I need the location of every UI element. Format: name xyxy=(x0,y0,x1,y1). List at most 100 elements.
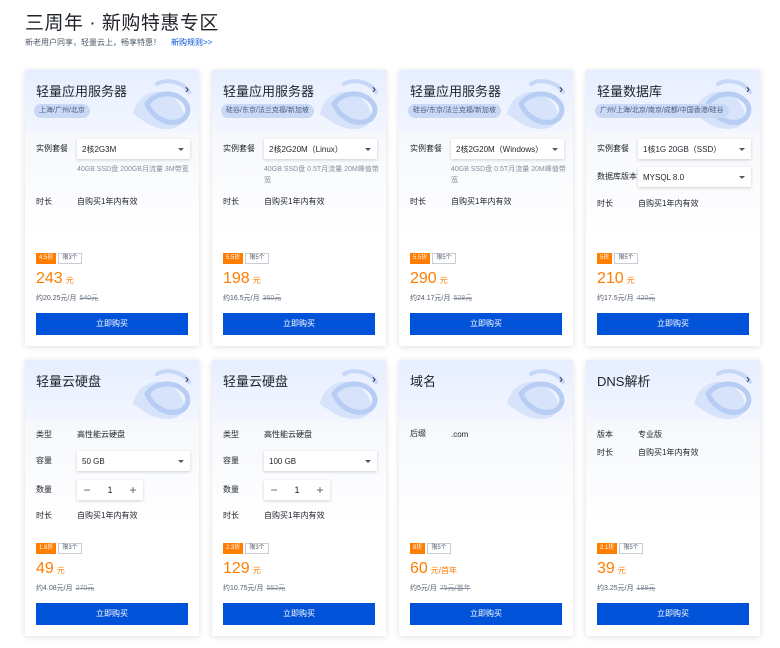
spec-row: 实例套餐 2核2G20M（Linux） xyxy=(223,139,377,159)
chevron-right-icon[interactable]: › xyxy=(559,372,563,386)
price-unit: 元 xyxy=(617,566,626,575)
monthly-price: 约16.5元/月 360元 xyxy=(223,293,281,303)
buy-now-button[interactable]: 立即购买 xyxy=(223,313,375,335)
card-footer: 4.5折 限3个 243 元 约20.25元/月 540元 立即购买 xyxy=(25,250,199,346)
chevron-right-icon[interactable]: › xyxy=(372,372,376,386)
discount-badge: 5折 xyxy=(597,253,613,264)
badges: 8折 限5个 xyxy=(410,543,451,554)
product-card-lighthouse-database: 轻量数据库 › 广州/上海/北京/南京/成都/中国香港/硅谷 实例套餐 1核1G… xyxy=(586,70,760,346)
spec-select[interactable]: 1核1G 20GB（SSD） xyxy=(638,139,751,159)
quantity-value[interactable]: 1 xyxy=(284,485,310,495)
quantity-label: 数量 xyxy=(36,485,52,494)
price: 210 元 xyxy=(597,270,635,288)
original-price: 75元/首年 xyxy=(439,585,471,592)
price: 198 元 xyxy=(223,270,261,288)
quantity-row: 数量 − 1 + xyxy=(36,480,143,500)
price: 290 元 xyxy=(410,270,448,288)
chevron-right-icon[interactable]: › xyxy=(185,82,189,96)
card-header: 轻量云硬盘 › xyxy=(212,360,386,422)
buy-now-button[interactable]: 立即购买 xyxy=(597,313,749,335)
duration-row: 时长 自购买1年内有效 xyxy=(597,198,698,209)
spec-row: 实例套餐 2核2G20M（Windows） xyxy=(410,139,564,159)
chevron-right-icon[interactable]: › xyxy=(372,82,376,96)
duration-label: 时长 xyxy=(410,196,426,206)
spec-select[interactable]: 2核2G3M xyxy=(77,139,190,159)
spec-value: 2核2G3M xyxy=(82,144,117,154)
duration-label: 时长 xyxy=(36,196,52,206)
spec-select[interactable]: 2核2G20M（Windows） xyxy=(451,139,564,159)
duration-row: 时长 自购买1年内有效 xyxy=(223,510,324,521)
caret-down-icon xyxy=(552,147,558,151)
price-unit: 元 xyxy=(626,276,635,285)
plus-button[interactable]: + xyxy=(310,483,330,497)
card-body: 版本 专业版 时长 自购买1年内有效 xyxy=(586,422,760,529)
type-value: 高性能云硬盘 xyxy=(264,430,312,439)
purchase-rules-link[interactable]: 新购规则>> xyxy=(171,38,212,47)
duration-value: 自购买1年内有效 xyxy=(638,448,699,457)
caret-down-icon xyxy=(178,459,184,463)
buy-now-button[interactable]: 立即购买 xyxy=(36,313,188,335)
suffix-label: 后缀 xyxy=(410,429,426,438)
product-card-lighthouse-intl-linux: 轻量应用服务器 › 硅谷/东京/法兰克福/新加坡 实例套餐 2核2G20M（Li… xyxy=(212,70,386,346)
buy-now-button[interactable]: 立即购买 xyxy=(223,603,375,625)
minus-button[interactable]: − xyxy=(264,483,284,497)
product-card-lighthouse-cn: 轻量应用服务器 › 上海/广州/北京 实例套餐 2核2G3M 40GB SSD盘… xyxy=(25,70,199,346)
monthly-price: 约24.17元/月 528元 xyxy=(410,293,472,303)
version-label: 版本 xyxy=(597,429,613,439)
region-tag: 硅谷/东京/法兰克福/新加坡 xyxy=(221,104,314,118)
badges: 5.5折 限5个 xyxy=(223,253,269,264)
original-price: 188元 xyxy=(636,585,656,592)
chevron-right-icon[interactable]: › xyxy=(746,82,750,96)
price-value: 129 xyxy=(223,560,250,577)
capacity-select[interactable]: 50 GB xyxy=(77,451,190,471)
capacity-value: 100 GB xyxy=(269,456,297,466)
version-select[interactable]: MYSQL 8.0 xyxy=(638,167,751,187)
badges: 5折 限5个 xyxy=(597,253,638,264)
card-body: 实例套餐 2核2G20M（Windows） 40GB SSD盘 0.5T月流量 … xyxy=(399,132,573,239)
chevron-right-icon[interactable]: › xyxy=(185,372,189,386)
card-header: 轻量应用服务器 › 硅谷/东京/法兰克福/新加坡 xyxy=(399,70,573,132)
buy-now-button[interactable]: 立即购买 xyxy=(410,313,562,335)
capacity-select[interactable]: 100 GB xyxy=(264,451,377,471)
minus-button[interactable]: − xyxy=(77,483,97,497)
monthly-price: 约20.25元/月 540元 xyxy=(36,293,98,303)
product-card-lighthouse-intl-windows: 轻量应用服务器 › 硅谷/东京/法兰克福/新加坡 实例套餐 2核2G20M（Wi… xyxy=(399,70,573,346)
original-price: 360元 xyxy=(262,295,282,302)
price-value: 60 xyxy=(410,560,428,577)
caret-down-icon xyxy=(178,147,184,151)
discount-badge: 2.1折 xyxy=(597,543,618,554)
plus-button[interactable]: + xyxy=(123,483,143,497)
price-value: 290 xyxy=(410,270,437,287)
chevron-right-icon[interactable]: › xyxy=(746,372,750,386)
spec-select[interactable]: 2核2G20M（Linux） xyxy=(264,139,377,159)
card-header: 域名 › xyxy=(399,360,573,422)
duration-row: 时长 自购买1年内有效 xyxy=(223,196,324,207)
monthly-price: 约10.75元/月 552元 xyxy=(223,583,285,593)
card-header: 轻量云硬盘 › xyxy=(25,360,199,422)
card-header: DNS解析 › xyxy=(586,360,760,422)
card-footer: 5.5折 限5个 290 元 约24.17元/月 528元 立即购买 xyxy=(399,250,573,346)
badges: 1.8折 限3个 xyxy=(36,543,82,554)
region-tag: 广州/上海/北京/南京/成都/中国香港/硅谷 xyxy=(595,104,729,118)
type-row: 类型 高性能云硬盘 xyxy=(223,429,312,440)
quantity-value[interactable]: 1 xyxy=(97,485,123,495)
quantity-row: 数量 − 1 + xyxy=(223,480,330,500)
caret-down-icon xyxy=(365,147,371,151)
buy-now-button[interactable]: 立即购买 xyxy=(410,603,562,625)
type-row: 类型 高性能云硬盘 xyxy=(36,429,125,440)
monthly-value: 约5元/月 xyxy=(410,585,437,592)
price-unit: 元 xyxy=(252,566,261,575)
duration-label: 时长 xyxy=(36,510,52,520)
version-value: 专业版 xyxy=(638,430,662,439)
monthly-value: 约16.5元/月 xyxy=(223,295,260,302)
chevron-right-icon[interactable]: › xyxy=(559,82,563,96)
badges: 2.1折 限5个 xyxy=(597,543,643,554)
price-value: 39 xyxy=(597,560,615,577)
card-title: DNS解析 xyxy=(597,374,651,389)
price-value: 210 xyxy=(597,270,624,287)
version-label: 数据库版本 xyxy=(597,172,637,181)
capacity-label: 容量 xyxy=(223,456,239,465)
buy-now-button[interactable]: 立即购买 xyxy=(36,603,188,625)
spec-description: 40GB SSD盘 0.5T月流量 20M峰值带宽 xyxy=(451,166,566,184)
buy-now-button[interactable]: 立即购买 xyxy=(597,603,749,625)
